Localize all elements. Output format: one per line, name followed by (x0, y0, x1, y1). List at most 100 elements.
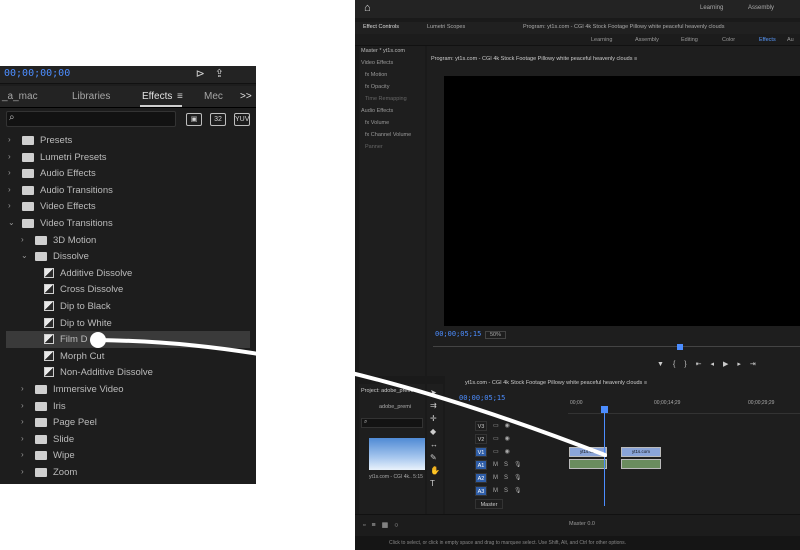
workspace-editing[interactable]: Editing (681, 37, 698, 43)
ec-row[interactable]: fx Opacity (365, 84, 389, 90)
selection-tool-icon[interactable]: ➤ (430, 388, 437, 397)
ec-row[interactable]: fx Motion (365, 72, 387, 78)
track-target-toggle[interactable]: Master (475, 499, 503, 509)
timeline-playhead[interactable] (601, 406, 608, 413)
32bit-effects-icon[interactable]: 32 (210, 113, 226, 126)
chevron-right-icon[interactable]: › (8, 185, 11, 194)
project-title[interactable]: Project: adobe_premi (361, 388, 413, 394)
effects-tree-item[interactable]: Dip to White (6, 315, 250, 332)
clip-thumbnail[interactable] (369, 438, 425, 470)
workspace-audio[interactable]: Au (787, 37, 794, 43)
effects-tree-item[interactable]: › Immersive Video (6, 381, 250, 398)
chevron-right-icon[interactable]: › (21, 235, 24, 244)
track-toggle-icons[interactable]: MS🎙 (493, 487, 528, 494)
header-link-assembly[interactable]: Assembly (748, 5, 774, 11)
effects-tree-item[interactable]: Non-Additive Dissolve (6, 364, 250, 381)
chevron-right-icon[interactable]: › (21, 450, 24, 459)
effects-tree-item[interactable]: › Wipe (6, 447, 250, 464)
workspace-color[interactable]: Color (722, 37, 735, 43)
effects-tree-item[interactable]: Dip to Black (6, 298, 250, 315)
effects-tree-item[interactable]: › Zoom (6, 464, 250, 481)
go-to-in-icon[interactable]: ⇤ (696, 361, 711, 368)
tab-libraries[interactable]: Libraries (72, 91, 110, 102)
track-toggle-icons[interactable]: MS🎙 (493, 461, 528, 468)
track-toggle-icons[interactable]: ▭◉ (493, 448, 516, 455)
marker-icon[interactable]: ▼ (657, 361, 673, 368)
ec-row[interactable]: fx Volume (365, 120, 389, 126)
accelerated-effects-icon[interactable]: ▣ (186, 113, 202, 126)
search-input[interactable] (6, 111, 176, 127)
tab-effects[interactable]: Effects (142, 91, 172, 102)
track-target-toggle[interactable]: V1 (475, 447, 487, 457)
ec-row[interactable]: Panner (365, 144, 383, 150)
ec-row[interactable]: Time Remapping (365, 96, 407, 102)
effects-tree-item[interactable]: › Page Peel (6, 414, 250, 431)
effects-tree-item[interactable]: › Video Effects (6, 198, 250, 215)
program-zoom-select[interactable]: 50% (485, 331, 507, 339)
effects-tree-item[interactable]: Cross Dissolve (6, 281, 250, 298)
timeline-title[interactable]: yt1s.com - CGI 4k Stock Footage Pillowy … (465, 380, 647, 386)
chevron-right-icon[interactable]: › (21, 401, 24, 410)
type-tool-icon[interactable]: T (430, 479, 435, 488)
track-target-toggle[interactable]: A2 (475, 473, 487, 483)
track-target-toggle[interactable]: A1 (475, 460, 487, 470)
program-timecode[interactable]: 00;00;05;15 (435, 330, 481, 338)
yuv-effects-icon[interactable]: YUV (234, 113, 250, 126)
track-toggle-icons[interactable]: MS🎙 (493, 474, 528, 481)
home-icon[interactable]: ⌂ (364, 2, 371, 14)
effects-tree-item[interactable]: ⌄ Dissolve (6, 248, 250, 265)
step-back-icon[interactable]: ◂ (711, 361, 724, 368)
video-clip[interactable]: yt1s.com (569, 447, 607, 457)
in-point-icon[interactable]: { (673, 361, 684, 368)
program-playhead[interactable] (677, 344, 683, 350)
ripple-edit-tool-icon[interactable]: ✛ (430, 414, 437, 423)
out-point-icon[interactable]: } (684, 361, 695, 368)
chevron-down-icon[interactable]: ⌄ (21, 251, 28, 260)
chevron-right-icon[interactable]: › (8, 152, 11, 161)
tab-project[interactable]: _a_mac (2, 91, 38, 102)
audio-clip[interactable] (569, 459, 607, 469)
effects-tree-item[interactable]: › Presets (6, 132, 250, 149)
effects-tree-item[interactable]: › Slide (6, 431, 250, 448)
effects-tree-item[interactable]: Additive Dissolve (6, 265, 250, 282)
track-toggle-icons[interactable]: ▭◉ (493, 435, 516, 442)
icon-view-icon[interactable]: ▦ (382, 522, 395, 529)
timeline-timecode[interactable]: 00;00;05;15 (459, 394, 505, 402)
effects-tree-item[interactable]: › Audio Effects (6, 165, 250, 182)
chevron-down-icon[interactable]: ⌄ (8, 218, 15, 227)
track-target-toggle[interactable]: V3 (475, 421, 487, 431)
step-forward-icon[interactable]: ▸ (737, 361, 750, 368)
header-link-learning[interactable]: Learning (700, 5, 723, 11)
chevron-right-icon[interactable]: › (21, 467, 24, 476)
pen-tool-icon[interactable]: ✎ (430, 453, 437, 462)
workspace-assembly[interactable]: Assembly (635, 37, 659, 43)
chevron-right-icon[interactable]: › (21, 384, 24, 393)
razor-tool-icon[interactable]: ◆ (430, 427, 436, 436)
program-scrubber[interactable] (433, 346, 800, 352)
chevron-right-icon[interactable]: › (21, 417, 24, 426)
list-view-icon[interactable]: ≡ (371, 522, 381, 529)
tab-effect-controls[interactable]: Effect Controls (363, 24, 399, 30)
chevron-right-icon[interactable]: › (21, 434, 24, 443)
effects-tree-item[interactable]: › 3D Motion (6, 232, 250, 249)
effects-tree-item[interactable]: › Lumetri Presets (6, 149, 250, 166)
export-icon[interactable]: ⇪ (215, 68, 234, 80)
track-target-toggle[interactable]: V2 (475, 434, 487, 444)
wrench-icon[interactable]: ⊳ (196, 68, 215, 80)
tabs-overflow-icon[interactable]: >> (240, 91, 252, 102)
zoom-slider-icon[interactable]: ○ (394, 522, 404, 529)
play-icon[interactable]: ▶ (723, 361, 737, 368)
track-select-tool-icon[interactable]: ⇉ (430, 401, 437, 410)
project-search-icon[interactable]: ⌕ (361, 418, 423, 428)
tab-media[interactable]: Mec (204, 91, 223, 102)
track-toggle-icons[interactable]: ▭◉ (493, 422, 516, 429)
slip-tool-icon[interactable]: ↔ (430, 440, 438, 449)
go-to-out-icon[interactable]: ⇥ (750, 361, 765, 368)
workspace-effects[interactable]: Effects (759, 37, 776, 43)
hand-tool-icon[interactable]: ✋ (430, 466, 440, 475)
chevron-right-icon[interactable]: › (8, 201, 11, 210)
tab-program[interactable]: Program: yt1s.com - CGI 4k Stock Footage… (523, 24, 724, 30)
effects-tree-item[interactable]: ⌄ Video Transitions (6, 215, 250, 232)
workspace-learning[interactable]: Learning (591, 37, 612, 43)
effects-tree-item[interactable]: › Iris (6, 398, 250, 415)
